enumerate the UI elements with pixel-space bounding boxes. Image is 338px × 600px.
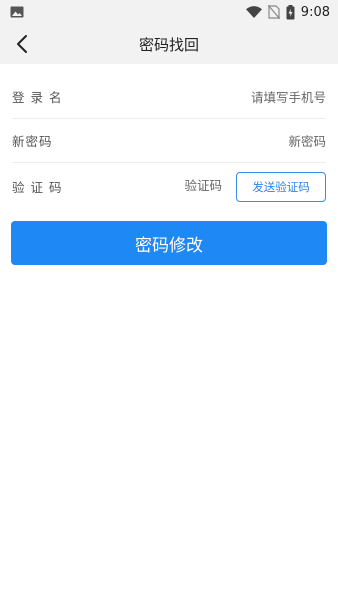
username-row: 登 录 名 — [12, 75, 326, 119]
no-sim-icon — [267, 5, 280, 19]
code-row: 验 证 码 发送验证码 — [12, 163, 326, 209]
recover-form: 登 录 名 新密码 验 证 码 发送验证码 — [0, 75, 338, 209]
page-title: 密码找回 — [138, 35, 199, 54]
battery-charging-icon — [286, 4, 295, 19]
status-time: 9:08 — [300, 4, 330, 20]
wifi-icon — [245, 6, 262, 18]
status-icons: 9:08 — [245, 4, 330, 20]
username-input[interactable] — [136, 83, 326, 111]
gallery-icon — [10, 6, 24, 18]
send-code-button[interactable]: 发送验证码 — [236, 172, 326, 202]
back-button[interactable] — [10, 32, 34, 56]
nav-bar: 密码找回 — [0, 24, 338, 64]
status-bar: 9:08 — [0, 0, 338, 24]
new-password-input[interactable] — [136, 127, 326, 155]
new-password-row: 新密码 — [12, 119, 326, 163]
submit-button[interactable]: 密码修改 — [11, 221, 327, 265]
new-password-label: 新密码 — [12, 134, 53, 149]
code-label: 验 证 码 — [12, 179, 63, 195]
chevron-left-icon — [17, 35, 27, 53]
code-input[interactable] — [102, 171, 222, 199]
username-label: 登 录 名 — [12, 90, 63, 105]
